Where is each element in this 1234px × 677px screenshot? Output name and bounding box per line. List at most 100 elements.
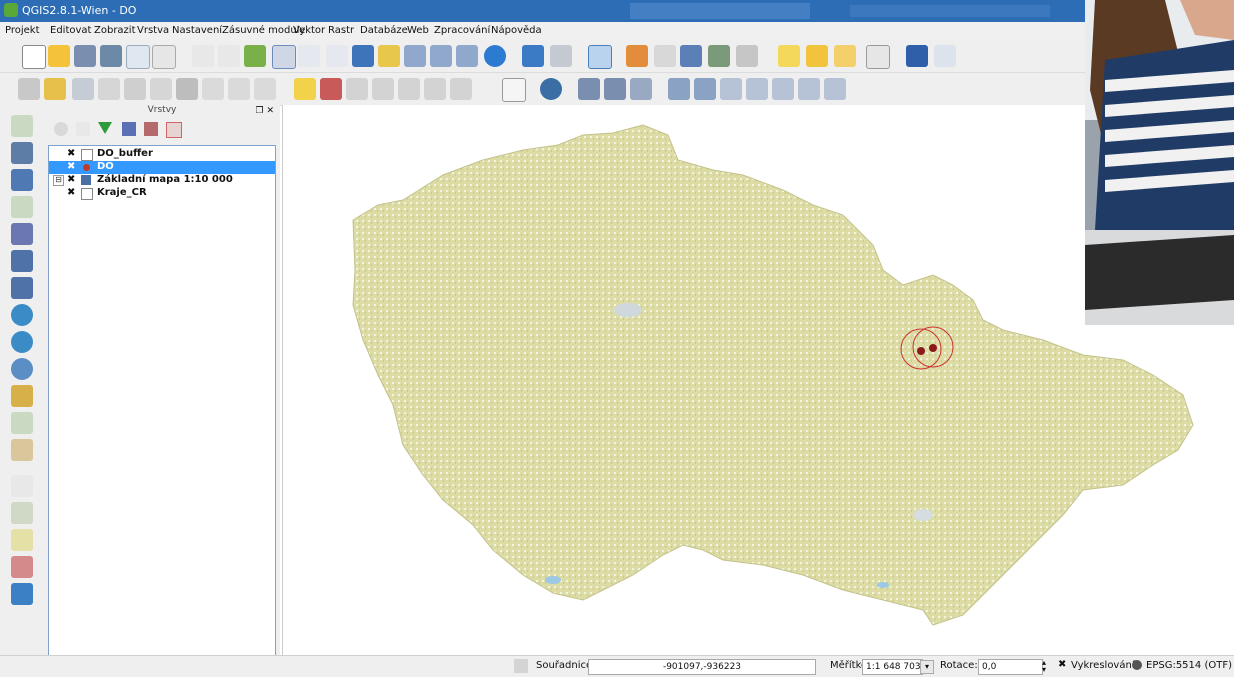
composer-manager-icon[interactable] [152, 45, 176, 69]
menu-editovat[interactable]: Editovat [50, 25, 91, 36]
digitize-tool-3-icon[interactable] [720, 78, 742, 100]
menu-napoveda[interactable]: Nápověda [491, 25, 542, 36]
refresh-icon[interactable] [484, 45, 506, 67]
digitize-tool-2-icon[interactable] [694, 78, 716, 100]
collapse-all-icon[interactable] [144, 122, 158, 136]
add-wfs-layer-icon[interactable] [11, 358, 33, 380]
zoom-out-icon[interactable] [298, 45, 320, 67]
menu-web[interactable]: Web [407, 25, 429, 36]
measure-icon[interactable] [736, 45, 758, 67]
menu-rastr[interactable]: Rastr [328, 25, 354, 36]
add-part-icon[interactable] [11, 556, 33, 578]
feature-action-icon[interactable] [550, 45, 572, 67]
do-point-1[interactable] [917, 347, 925, 355]
manage-visibility-icon[interactable] [76, 122, 90, 136]
add-group-icon[interactable] [54, 122, 68, 136]
add-mssql-layer-icon[interactable] [11, 223, 33, 245]
highlight-pinned-labels-icon[interactable] [320, 78, 342, 100]
menu-zpracovani[interactable]: Zpracování [434, 25, 490, 36]
layer-visibility-checkbox[interactable]: ✖ [67, 162, 77, 172]
open-project-icon[interactable] [48, 45, 70, 67]
zoom-full-icon[interactable] [352, 45, 374, 67]
add-oracle-layer-icon[interactable] [11, 250, 33, 272]
menu-vektor[interactable]: Vektor [293, 25, 325, 36]
node-tool-icon[interactable] [150, 78, 172, 100]
whats-this-icon[interactable] [934, 45, 956, 67]
pan-map-icon[interactable] [218, 45, 240, 67]
raster-tool-2-icon[interactable] [604, 78, 626, 100]
raster-tool-3-icon[interactable] [630, 78, 652, 100]
new-shapefile-icon[interactable] [11, 412, 33, 434]
help-contents-icon[interactable] [906, 45, 928, 67]
add-wms-layer-icon[interactable] [11, 304, 33, 326]
new-print-composer-icon[interactable] [126, 45, 150, 69]
remove-layer-icon[interactable] [166, 122, 182, 138]
move-vertex-icon[interactable] [11, 529, 33, 551]
menu-projekt[interactable]: Projekt [5, 25, 40, 36]
close-panel-icon[interactable]: ✕ [266, 106, 274, 116]
save-as-icon[interactable] [100, 45, 122, 67]
menu-zobrazit[interactable]: Zobrazit [94, 25, 136, 36]
move-feature-icon[interactable] [124, 78, 146, 100]
menu-databaze[interactable]: Databáze [360, 25, 408, 36]
show-bookmarks-icon[interactable] [834, 45, 856, 67]
change-label-icon[interactable] [450, 78, 472, 100]
add-db2-layer-icon[interactable] [11, 277, 33, 299]
add-wcs-layer-icon[interactable] [11, 331, 33, 353]
python-console-icon[interactable] [540, 78, 562, 100]
layer-visibility-checkbox[interactable]: ✖ [67, 175, 77, 185]
layer-row-do[interactable]: ✖ DO [49, 161, 275, 174]
menu-vrstva[interactable]: Vrstva [137, 25, 169, 36]
show-hide-labels-icon[interactable] [372, 78, 394, 100]
layer-row-zakladni-mapa[interactable]: ⊟ ✖ Základní mapa 1:10 000 [49, 174, 275, 187]
toggle-editing-icon[interactable] [44, 78, 66, 100]
select-features-icon[interactable] [588, 45, 612, 69]
digitize-tool-5-icon[interactable] [772, 78, 794, 100]
do-point-2[interactable] [929, 344, 937, 352]
save-project-icon[interactable] [74, 45, 96, 67]
render-checkbox[interactable]: ✖ [1058, 659, 1066, 670]
text-annotation-icon[interactable] [866, 45, 890, 69]
zoom-last-icon[interactable] [430, 45, 452, 67]
move-label-icon[interactable] [398, 78, 420, 100]
digitize-tool-6-icon[interactable] [798, 78, 820, 100]
rotation-spin-icon[interactable]: ▴ ▾ [1042, 659, 1052, 674]
layer-row-do-buffer[interactable]: ✖ DO_buffer [49, 148, 275, 161]
add-postgis-layer-icon[interactable] [11, 169, 33, 191]
rotate-label-icon[interactable] [424, 78, 446, 100]
zoom-in-icon[interactable] [272, 45, 296, 69]
add-feature-icon[interactable] [98, 78, 120, 100]
zoom-next-icon[interactable] [456, 45, 478, 67]
menu-nastaveni[interactable]: Nastavení [172, 25, 222, 36]
float-panel-icon[interactable]: ❐ [256, 106, 264, 116]
save-edits-icon[interactable] [72, 78, 94, 100]
georeferencer-icon[interactable] [11, 583, 33, 605]
new-spatialite-icon[interactable] [11, 439, 33, 461]
zoom-native-icon[interactable] [326, 45, 348, 67]
statistics-icon[interactable] [708, 45, 730, 67]
label-tool-icon[interactable] [294, 78, 316, 100]
layer-visibility-checkbox[interactable]: ✖ [67, 149, 77, 159]
layer-visibility-checkbox[interactable]: ✖ [67, 188, 77, 198]
capture-point-icon[interactable] [11, 475, 33, 497]
delete-selected-icon[interactable] [176, 78, 198, 100]
new-project-icon[interactable] [22, 45, 46, 69]
coordinate-toggle-icon[interactable] [514, 659, 528, 673]
add-vector-layer-icon[interactable] [11, 115, 33, 137]
crs-status[interactable]: EPSG:5514 (OTF) [1146, 660, 1232, 671]
layer-row-kraje-cr[interactable]: ✖ Kraje_CR [49, 187, 275, 200]
csw-icon[interactable] [502, 78, 526, 102]
copy-features-icon[interactable] [228, 78, 250, 100]
digitize-tool-1-icon[interactable] [668, 78, 690, 100]
filter-legend-icon[interactable] [98, 122, 112, 134]
crs-globe-icon[interactable] [1132, 660, 1142, 670]
attribute-table-icon[interactable] [680, 45, 702, 67]
deselect-icon[interactable] [626, 45, 648, 67]
raster-tool-1-icon[interactable] [578, 78, 600, 100]
coordinate-field[interactable]: -901097,-936223 [588, 659, 816, 675]
add-delimited-text-icon[interactable] [11, 385, 33, 407]
add-raster-layer-icon[interactable] [11, 142, 33, 164]
new-bookmark-icon[interactable] [806, 45, 828, 67]
cut-features-icon[interactable] [202, 78, 224, 100]
zoom-layer-icon[interactable] [404, 45, 426, 67]
